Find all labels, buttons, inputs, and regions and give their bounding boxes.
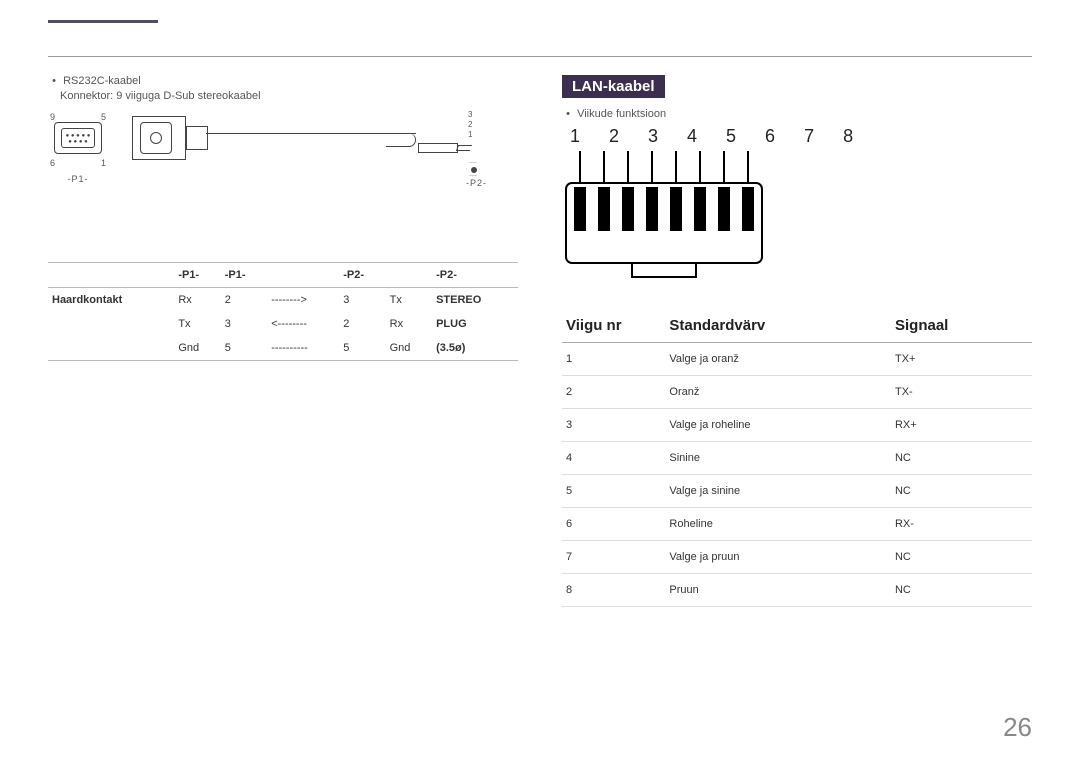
cable-plug-icon — [132, 116, 202, 160]
table-header-row: Viigu nr Standardvärv Signaal — [562, 309, 1032, 343]
table-row: 2OranžTX- — [562, 376, 1032, 409]
cell: 8 — [562, 574, 665, 607]
dsub-p1-label: -P1- — [48, 174, 108, 184]
cell: NC — [891, 442, 1032, 475]
dsub-pin-6: 6 — [50, 158, 55, 168]
cell: 3 — [562, 409, 665, 442]
cell: 1 — [562, 343, 665, 376]
bullet-dot-icon: • — [48, 75, 60, 87]
cell: Valge ja sinine — [665, 475, 891, 508]
dsub-pin-9: 9 — [50, 112, 55, 122]
jack-pin-3: 3 — [468, 110, 472, 120]
table-row: 4SinineNC — [562, 442, 1032, 475]
table-row: Haardkontakt Rx 2 --------> 3 Tx STEREO — [48, 288, 518, 313]
header-accent-bar — [48, 20, 158, 23]
lan-heading: LAN-kaabel — [562, 75, 665, 98]
lan-pin-table: Viigu nr Standardvärv Signaal 1Valge ja … — [562, 309, 1032, 607]
cell: NC — [891, 541, 1032, 574]
cell: 5 — [339, 336, 385, 361]
cell: 4 — [562, 442, 665, 475]
cell: 2 — [339, 312, 385, 336]
cell: Tx — [174, 312, 220, 336]
jack-pin-1: 1 — [468, 130, 472, 140]
table-row: Gnd 5 ---------- 5 Gnd (3.5ø) — [48, 336, 518, 361]
hdr-pin: Viigu nr — [562, 309, 665, 343]
cell: Roheline — [665, 508, 891, 541]
rj45-connector-icon — [562, 147, 782, 287]
dsub-pin-1: 1 — [101, 158, 106, 168]
table-header-row: -P1- -P1- -P2- -P2- — [48, 263, 518, 288]
cell: Valge ja pruun — [665, 541, 891, 574]
cell: Gnd — [174, 336, 220, 361]
cell: 2 — [221, 288, 267, 313]
page-number: 26 — [1003, 712, 1032, 743]
table-row: 7Valge ja pruunNC — [562, 541, 1032, 574]
right-column: LAN-kaabel • Viikude funktsioon 1 2 3 4 … — [562, 75, 1032, 607]
cell: 5 — [221, 336, 267, 361]
jack-p2-label: -P2- — [466, 178, 487, 188]
stereo-jack-icon — [418, 142, 471, 153]
cell: 7 — [562, 541, 665, 574]
left-bullet-text: RS232C-kaabel — [63, 75, 141, 87]
plug-label: PLUG — [432, 312, 518, 336]
cell: 3 — [221, 312, 267, 336]
rj45-pin-numbers: 1 2 3 4 5 6 7 8 — [570, 126, 1032, 147]
table-row: 5Valge ja sinineNC — [562, 475, 1032, 508]
bullet-dot-icon: • — [562, 108, 574, 120]
header-divider — [48, 56, 1032, 57]
table-row: 1Valge ja oranžTX+ — [562, 343, 1032, 376]
cell: 5 — [562, 475, 665, 508]
rj45-diagram: 1 2 3 4 5 6 7 8 — [562, 126, 1032, 287]
table-row: 8PruunNC — [562, 574, 1032, 607]
cell: 6 — [562, 508, 665, 541]
hdr-color: Standardvärv — [665, 309, 891, 343]
table-row: 3Valge ja rohelineRX+ — [562, 409, 1032, 442]
hdr-p1b: -P1- — [221, 263, 267, 288]
hdr-p2a: -P2- — [339, 263, 385, 288]
hdr-p2b: -P2- — [432, 263, 518, 288]
right-bullet: • Viikude funktsioon — [562, 108, 1032, 120]
hdr-signal: Signaal — [891, 309, 1032, 343]
cell: Pruun — [665, 574, 891, 607]
cell: Rx — [174, 288, 220, 313]
cell: ---------- — [267, 336, 339, 361]
jack-pin-numbers: 3 2 1 — [468, 110, 472, 140]
left-column: • RS232C-kaabel Konnektor: 9 viiguga D-S… — [48, 75, 518, 607]
dsub-connector-icon: 9 5 ● ● ● ● ●● ● ● ● 6 1 -P1- — [48, 122, 108, 154]
haardkontakt-label: Haardkontakt — [48, 288, 174, 313]
cell: TX- — [891, 376, 1032, 409]
left-subline: Konnektor: 9 viiguga D-Sub stereokaabel — [60, 90, 518, 102]
jack-hex-icon — [466, 162, 480, 176]
table-row: Tx 3 <-------- 2 Rx PLUG — [48, 312, 518, 336]
cell: 3 — [339, 288, 385, 313]
cell: Sinine — [665, 442, 891, 475]
stereo-label: STEREO — [432, 288, 518, 313]
dsub-pin-5: 5 — [101, 112, 106, 122]
cell: Valge ja oranž — [665, 343, 891, 376]
jack-pin-2: 2 — [468, 120, 472, 130]
cell: --------> — [267, 288, 339, 313]
jack-size-label: (3.5ø) — [432, 336, 518, 361]
rs232-diagram: 9 5 ● ● ● ● ●● ● ● ● 6 1 -P1- — [48, 112, 518, 252]
cell: <-------- — [267, 312, 339, 336]
cell: RX- — [891, 508, 1032, 541]
cell: Oranž — [665, 376, 891, 409]
cell: TX+ — [891, 343, 1032, 376]
cell: 2 — [562, 376, 665, 409]
right-bullet-text: Viikude funktsioon — [577, 108, 666, 120]
cell: Gnd — [386, 336, 432, 361]
cell: Valge ja roheline — [665, 409, 891, 442]
rs232-pin-table: -P1- -P1- -P2- -P2- Haardkontakt Rx 2 --… — [48, 262, 518, 361]
cell: RX+ — [891, 409, 1032, 442]
table-row: 6RohelineRX- — [562, 508, 1032, 541]
cell: NC — [891, 475, 1032, 508]
hdr-p1a: -P1- — [174, 263, 220, 288]
cable-line-icon — [206, 133, 416, 145]
left-bullet: • RS232C-kaabel — [48, 75, 518, 87]
cell: Tx — [386, 288, 432, 313]
cell: Rx — [386, 312, 432, 336]
cell: NC — [891, 574, 1032, 607]
